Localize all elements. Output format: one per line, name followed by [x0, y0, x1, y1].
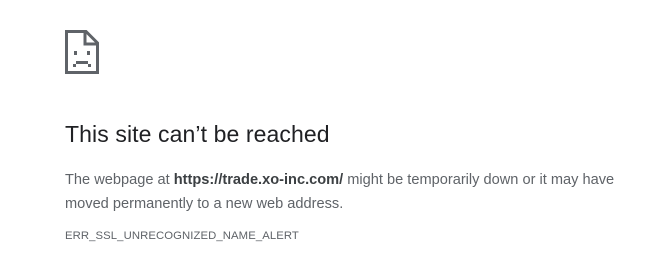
- sad-document-icon: [65, 30, 99, 74]
- site-url: https://trade.xo-inc.com/: [173, 172, 344, 188]
- error-page: This site can’t be reached The webpage a…: [65, 30, 655, 242]
- error-code: ERR_SSL_UNRECOGNIZED_NAME_ALERT: [65, 230, 299, 242]
- error-message: The webpage at https://trade.xo-inc.com/…: [65, 168, 655, 216]
- message-prefix: The webpage at: [65, 172, 174, 188]
- page-title: This site can’t be reached: [65, 121, 330, 147]
